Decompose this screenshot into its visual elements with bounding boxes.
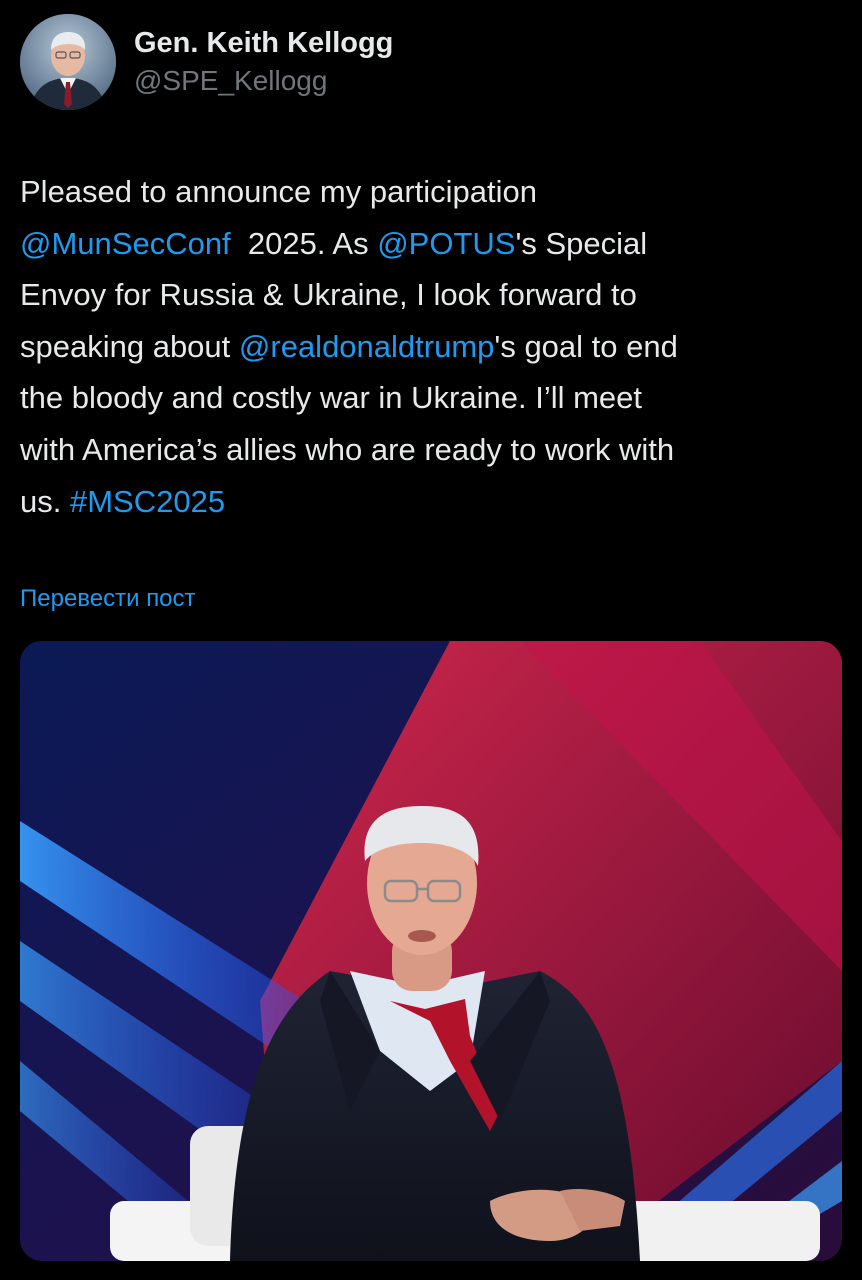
tweet-text-line: Pleased to announce my participation [20,166,842,218]
mention-link[interactable]: @POTUS [377,226,515,261]
tweet-text-segment: us. [20,483,70,519]
tweet-text-segment: Pleased to announce my participation [20,174,537,209]
hashtag-link[interactable]: #MSC2025 [70,484,225,519]
tweet-media[interactable] [20,641,842,1261]
tweet-text-segment: Envoy for Russia & Ukraine, I look forwa… [20,277,637,313]
tweet-text-line: speaking about @realdonaldtrump's goal t… [20,321,842,373]
tweet-text-segment: 's Special [515,225,648,261]
tweet-text-segment: speaking about [20,328,239,364]
translate-post-link[interactable]: Перевести пост [20,585,196,613]
photo-man-seated-on-stage-icon [20,641,842,1261]
tweet-text: Pleased to announce my participation @Mun… [20,166,842,527]
tweet-text-segment: the bloody and costly war in Ukraine. I’… [20,380,643,416]
avatar[interactable] [20,14,116,110]
tweet-text-line: @MunSecConf 2025. As @POTUS's Special [20,218,842,270]
tweet-text-line: the bloody and costly war in Ukraine. I’… [20,372,842,424]
tweet-text-segment: 's goal to end [494,328,678,364]
tweet-text-line: us. #MSC2025 [20,476,842,528]
mention-link[interactable]: @realdonaldtrump [239,329,495,364]
author-names: Gen. Keith Kellogg @SPE_Kellogg [134,26,393,98]
tweet-text-segment: with America’s allies who are ready to w… [20,431,675,467]
mention-link[interactable]: @MunSecConf [20,226,231,261]
display-name[interactable]: Gen. Keith Kellogg [134,26,393,60]
profile-photo-icon [20,14,116,110]
tweet-text-segment: 2025. As [230,225,378,261]
tweet-header: Gen. Keith Kellogg @SPE_Kellogg [20,12,393,112]
tweet-text-line: with America’s allies who are ready to w… [20,424,842,476]
user-handle[interactable]: @SPE_Kellogg [134,64,393,98]
tweet-text-line: Envoy for Russia & Ukraine, I look forwa… [20,269,842,321]
